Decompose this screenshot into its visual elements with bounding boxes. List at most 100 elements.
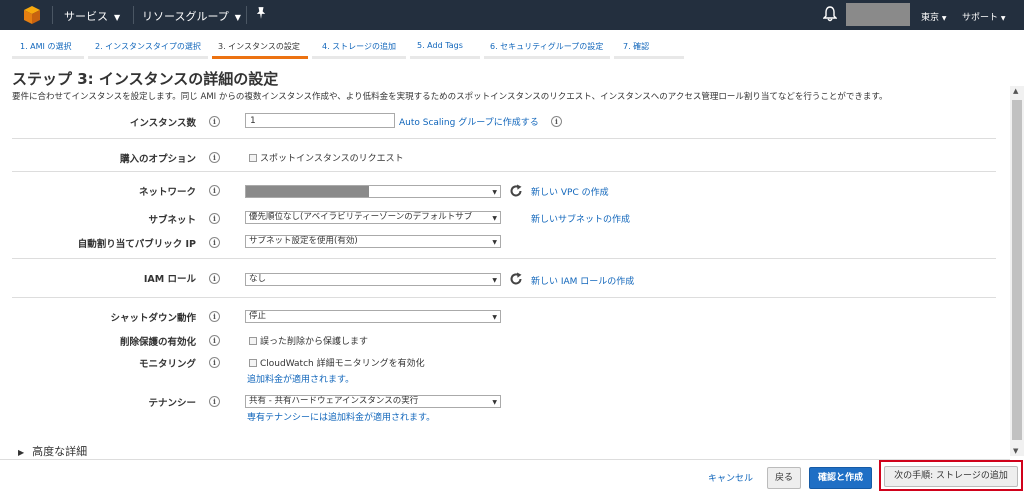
shutdown-behavior-select[interactable]: 停止 ▼ [245,310,501,323]
termination-protection-checkbox-row[interactable]: 誤った削除から保護します [249,334,368,347]
services-menu[interactable]: サービス ▼ [64,8,120,24]
tab-underline [312,56,406,59]
cloudwatch-checkbox-row[interactable]: CloudWatch 詳細モニタリングを有効化 [249,356,425,369]
next-add-storage-button[interactable]: 次の手順: ストレージの追加 [884,466,1018,487]
info-icon[interactable]: i [209,311,220,322]
back-button[interactable]: 戻る [767,467,801,489]
monitoring-label: モニタリング [138,359,196,370]
info-icon[interactable]: i [551,116,562,127]
account-menu-masked[interactable] [846,3,910,26]
dropdown-arrow-icon: ▼ [492,215,497,222]
section-divider [12,171,996,172]
advanced-details-label: 高度な詳細 [32,445,88,458]
chevron-down-icon: ▼ [234,13,241,22]
tab-configure-security-group[interactable]: 6. セキュリティグループの設定 [490,41,603,52]
iam-role-select[interactable]: なし ▼ [245,273,501,286]
termination-protection-label: 削除保護の有効化 [119,337,196,348]
nav-separator [133,6,134,24]
expand-triangle-icon: ▶ [18,448,25,457]
tab-underline [484,56,610,59]
dropdown-arrow-icon: ▼ [492,277,497,284]
section-divider [12,297,996,298]
network-select[interactable]: ▼ [245,185,501,198]
chevron-down-icon: ▼ [941,15,947,22]
cloudwatch-checkbox[interactable] [249,359,257,367]
cancel-button[interactable]: キャンセル [708,471,753,484]
scroll-down-arrow-icon[interactable]: ▼ [1013,447,1018,455]
auto-scaling-link-text: グループに作成する [458,118,539,128]
resource-groups-label: リソースグループ [142,10,229,23]
tab-add-storage[interactable]: 4. ストレージの追加 [322,41,396,52]
dropdown-arrow-icon: ▼ [492,239,497,246]
section-divider [12,258,996,259]
spot-instance-checkbox[interactable] [249,154,257,162]
dropdown-arrow-icon: ▼ [492,399,497,406]
monitoring-charges-link[interactable]: 追加料金が適用されます。 [247,372,354,385]
info-icon[interactable]: i [209,273,220,284]
tenancy-select[interactable]: 共有 - 共有ハードウェアインスタンスの実行 ▼ [245,395,501,408]
create-subnet-link[interactable]: 新しいサブネットの作成 [531,212,630,225]
tenancy-select-value: 共有 - 共有ハードウェアインスタンスの実行 [249,396,419,406]
info-icon[interactable]: i [209,335,220,346]
nav-separator [246,6,247,24]
tab-configure-instance[interactable]: 3. インスタンスの設定 [218,41,300,52]
tenancy-label: テナンシー [148,398,196,409]
iam-role-select-value: なし [249,274,267,284]
create-vpc-link[interactable]: 新しい VPC の作成 [531,185,609,198]
vertical-scrollbar[interactable]: ▲ ▼ [1010,86,1024,456]
info-icon[interactable]: i [209,237,220,248]
page-title: ステップ 3: インスタンスの詳細の設定 [12,70,279,88]
iam-role-label: IAM ロール [143,274,196,285]
tab-review[interactable]: 7. 確認 [623,41,649,52]
nav-separator [52,6,53,24]
resource-groups-menu[interactable]: リソースグループ ▼ [142,8,241,24]
public-ip-label: 自動割り当てパブリック IP [77,239,196,250]
tab-underline [12,56,84,59]
subnet-label: サブネット [148,215,196,226]
section-divider [12,138,996,139]
info-icon[interactable]: i [209,357,220,368]
chevron-down-icon: ▼ [1000,15,1006,22]
info-icon[interactable]: i [209,152,220,163]
advanced-details-toggle[interactable]: ▶ 高度な詳細 [18,443,87,459]
public-ip-select[interactable]: サブネット設定を使用(有効) ▼ [245,235,501,248]
create-iam-role-link[interactable]: 新しい IAM ロールの作成 [531,274,634,287]
info-icon[interactable]: i [209,116,220,127]
refresh-icon[interactable] [509,272,523,286]
region-label: 東京 [921,13,940,23]
support-label: サポート [962,13,999,23]
termination-protection-checkbox-label: 誤った削除から保護します [260,337,369,347]
dedicated-tenancy-charges-link[interactable]: 専有テナンシーには追加料金が適用されます。 [247,410,435,423]
spot-instance-checkbox-row[interactable]: スポットインスタンスのリクエスト [249,151,404,164]
dropdown-arrow-icon: ▼ [492,189,497,196]
region-menu[interactable]: 東京 ▼ [921,10,947,23]
review-and-launch-button[interactable]: 確認と作成 [809,467,872,489]
instance-count-input[interactable] [245,113,395,128]
info-icon[interactable]: i [209,396,220,407]
network-value-masked [246,186,369,197]
tab-underline [614,56,684,59]
tab-choose-ami[interactable]: 1. AMI の選択 [20,41,71,52]
pin-icon[interactable] [256,6,266,20]
network-label: ネットワーク [138,187,196,198]
refresh-icon[interactable] [509,184,523,198]
support-menu[interactable]: サポート ▼ [962,10,1006,23]
aws-cube-logo-icon[interactable] [22,5,42,25]
info-icon[interactable]: i [209,213,220,224]
public-ip-select-value: サブネット設定を使用(有効) [249,236,358,246]
chevron-down-icon: ▼ [114,13,121,22]
tab-add-tags[interactable]: 5. Add Tags [417,41,463,50]
info-icon[interactable]: i [209,185,220,196]
tab-underline-active [212,56,308,59]
footer-divider [0,459,1010,460]
tab-choose-instance-type[interactable]: 2. インスタンスタイプの選択 [95,41,201,52]
scroll-up-arrow-icon[interactable]: ▲ [1013,87,1018,95]
bell-icon[interactable] [823,6,837,22]
tab-underline [410,56,480,59]
scrollbar-thumb[interactable] [1012,100,1022,440]
wizard-tabs: 1. AMI の選択 2. インスタンスタイプの選択 3. インスタンスの設定 … [0,30,1024,62]
subnet-select-value: 優先順位なし(アベイラビリティーゾーンのデフォルトサブ [249,212,473,222]
auto-scaling-link[interactable]: Auto Scaling グループに作成する [399,115,539,128]
termination-protection-checkbox[interactable] [249,337,257,345]
subnet-select[interactable]: 優先順位なし(アベイラビリティーゾーンのデフォルトサブ ▼ [245,211,501,224]
